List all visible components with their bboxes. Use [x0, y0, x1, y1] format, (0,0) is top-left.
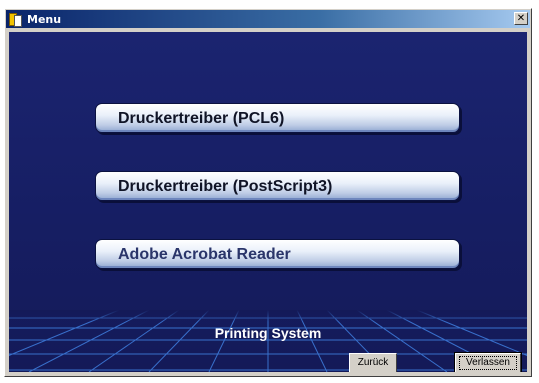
acrobat-reader-label: Adobe Acrobat Reader: [118, 246, 291, 263]
postscript3-driver-button[interactable]: Druckertreiber (PostScript3): [95, 171, 460, 201]
close-button[interactable]: ✕: [514, 12, 528, 25]
acrobat-reader-button[interactable]: Adobe Acrobat Reader: [95, 239, 460, 269]
menu-window: Menu ✕ Druckertreiber (PCL6) Druckertrei…: [4, 8, 532, 377]
book-icon: [9, 12, 23, 27]
pcl6-driver-button[interactable]: Druckertreiber (PCL6): [95, 103, 460, 133]
close-icon: ✕: [516, 13, 526, 24]
grid-floor-decoration: [9, 310, 527, 372]
product-name: Printing System: [214, 325, 322, 341]
title-bar[interactable]: Menu ✕: [6, 10, 530, 28]
menu-panel: Druckertreiber (PCL6) Druckertreiber (Po…: [9, 32, 527, 372]
back-button[interactable]: Zurück: [349, 353, 397, 372]
focus-rect: [459, 356, 517, 370]
postscript3-driver-label: Druckertreiber (PostScript3): [118, 178, 333, 195]
exit-button[interactable]: Verlassen: [454, 352, 522, 372]
window-title: Menu: [27, 12, 62, 26]
pcl6-driver-label: Druckertreiber (PCL6): [118, 110, 285, 127]
